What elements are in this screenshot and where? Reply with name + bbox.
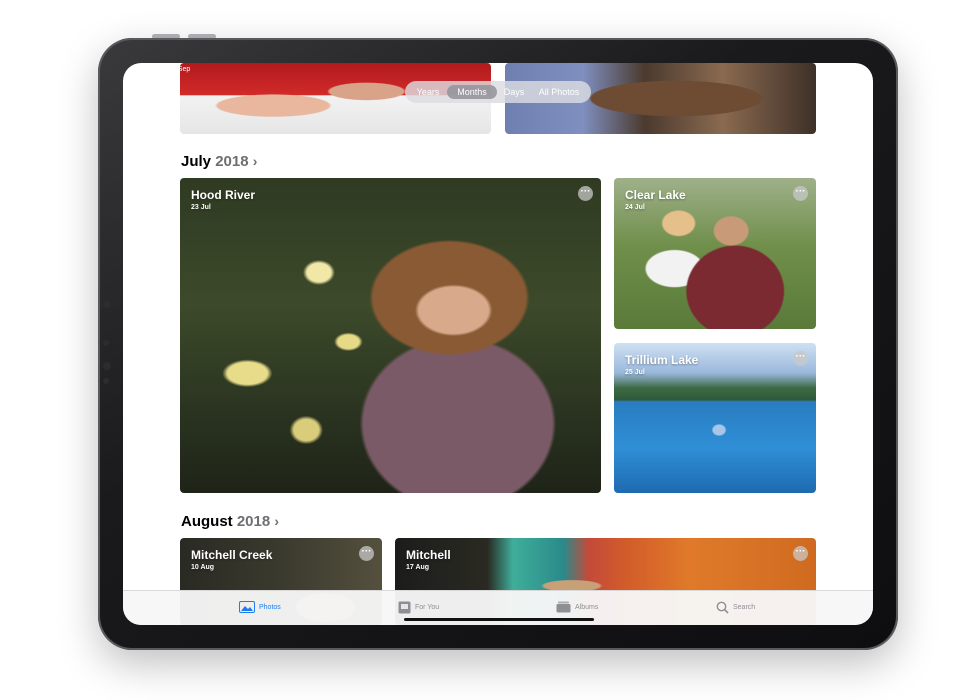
card-clear-lake[interactable]: Clear Lake 24 Jul ··· [614, 178, 816, 329]
section-year: 2018 [236, 513, 271, 530]
side-sensor-dot [103, 378, 109, 384]
status-battery: ◠ 100% ▭ [826, 67, 861, 74]
photos-icon [239, 601, 255, 613]
card-hood-river[interactable]: Hood River 23 Jul ··· [180, 178, 601, 493]
section-year: 2018 [215, 153, 249, 170]
search-icon [716, 601, 729, 614]
card-date: 10 Aug [191, 564, 215, 571]
tab-for-you[interactable]: For You [398, 598, 439, 616]
card-title: Clear Lake [625, 188, 686, 202]
section-header-july[interactable]: July 2018 › [181, 153, 257, 170]
albums-icon [556, 601, 571, 613]
side-sensor-dot [103, 340, 109, 346]
side-camera-dot [103, 300, 111, 308]
tab-label: Photos [259, 603, 281, 611]
more-options-icon[interactable]: ··· [359, 546, 374, 561]
card-title: Mitchell [406, 548, 451, 562]
card-date: 25 Jul [625, 369, 645, 376]
side-sensor-dot [103, 362, 111, 370]
wifi-icon: ◠ [826, 67, 833, 74]
segment-days[interactable]: Days [499, 85, 529, 99]
segment-months[interactable]: Months [447, 85, 497, 99]
chevron-right-icon: › [274, 513, 280, 529]
more-options-icon[interactable]: ··· [578, 186, 593, 201]
card-trillium-lake[interactable]: Trillium Lake 25 Jul ··· [614, 343, 816, 493]
section-month: July [181, 153, 212, 170]
card-title: Trillium Lake [625, 353, 699, 367]
more-options-icon[interactable]: ··· [793, 546, 808, 561]
battery-icon: ▭ [854, 67, 861, 74]
more-options-icon[interactable]: ··· [793, 351, 808, 366]
tab-label: For You [415, 603, 440, 611]
card-title: Hood River [191, 188, 256, 202]
segment-years[interactable]: Years [411, 85, 445, 99]
card-date: 17 Aug [406, 564, 430, 571]
card-date: 23 Jul [191, 204, 211, 211]
segment-all-photos[interactable]: All Photos [531, 85, 587, 99]
tab-label: Search [733, 603, 756, 611]
more-options-icon[interactable]: ··· [793, 186, 808, 201]
for-you-icon [398, 601, 411, 613]
home-indicator[interactable] [404, 618, 594, 621]
card-date: 24 Jul [625, 204, 645, 211]
status-bar: 09:41 Tue 10 Sep ◠ 100% ▭ [123, 63, 873, 77]
chevron-right-icon: › [252, 153, 258, 169]
card-title: Mitchell Creek [191, 548, 273, 562]
view-segmented-control: Years Months Days All Photos [405, 81, 591, 103]
screen: 09:41 Tue 10 Sep ◠ 100% ▭ Years Months D… [123, 63, 873, 625]
section-header-august[interactable]: August 2018 › [181, 513, 279, 530]
section-month: August [181, 513, 233, 530]
tab-label: Albums [575, 603, 599, 611]
tab-photos[interactable]: Photos [239, 598, 281, 616]
tab-search[interactable]: Search [716, 598, 755, 616]
status-time-date: 09:41 Tue 10 Sep [133, 66, 191, 73]
tab-albums[interactable]: Albums [556, 598, 598, 616]
